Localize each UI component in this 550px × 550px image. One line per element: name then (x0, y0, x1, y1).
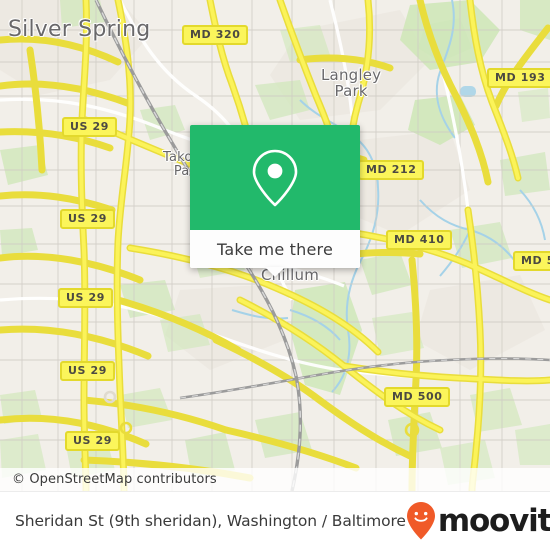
popup-pointer-tail (265, 267, 285, 277)
take-me-there-button[interactable]: Take me there (190, 230, 360, 277)
highway-shield-us-29-a: US 29 (62, 117, 117, 137)
moovit-smiley-pin-icon (406, 502, 435, 540)
location-popup-card[interactable]: Take me there (190, 125, 360, 277)
highway-shield-us-29-c: US 29 (58, 288, 113, 308)
highway-shield-us-29-b: US 29 (60, 209, 115, 229)
map-canvas[interactable]: Silver Spring Langley Park Takoma Park C… (0, 0, 550, 491)
map-water-pond (460, 86, 476, 97)
moovit-map-screenshot: Silver Spring Langley Park Takoma Park C… (0, 0, 550, 550)
footer-location-title: Sheridan St (9th sheridan), Washington /… (15, 512, 406, 530)
moovit-wordmark: moovit (437, 502, 550, 539)
highway-shield-md-500-a: MD 500 (513, 251, 550, 271)
highway-shield-us-29-e: US 29 (65, 431, 120, 451)
location-pin-icon (252, 149, 298, 206)
footer-bar: Sheridan St (9th sheridan), Washington /… (0, 491, 550, 550)
highway-shield-md-193: MD 193 (487, 68, 550, 88)
highway-shield-md-320: MD 320 (182, 25, 249, 45)
attribution-text[interactable]: © OpenStreetMap contributors (0, 472, 217, 487)
moovit-brand[interactable]: moovit (406, 501, 550, 541)
highway-shield-md-410: MD 410 (386, 230, 453, 250)
take-me-there-label: Take me there (217, 239, 333, 259)
highway-shield-md-212: MD 212 (358, 160, 425, 180)
highway-shield-us-29-d: US 29 (60, 361, 115, 381)
highway-shield-md-500-b: MD 500 (384, 387, 451, 407)
popup-pin-panel (190, 125, 360, 230)
map-attribution-bar: © OpenStreetMap contributors (0, 468, 550, 491)
